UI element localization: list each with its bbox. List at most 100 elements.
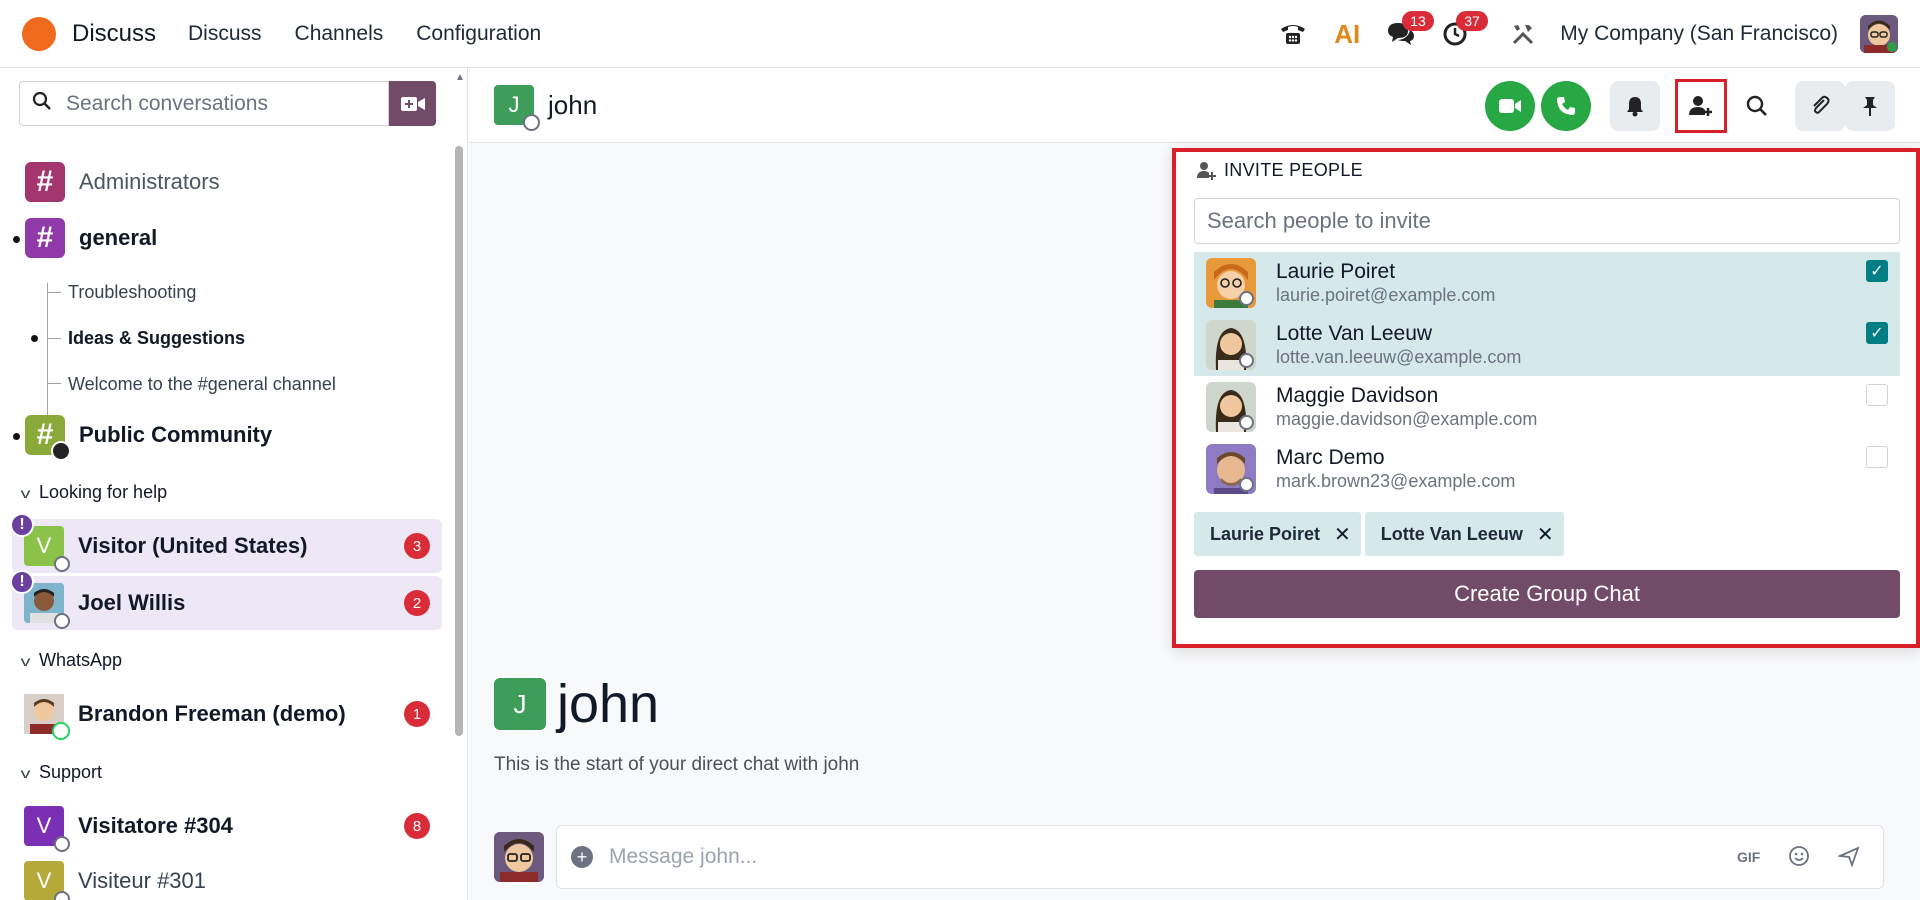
hash-icon: #: [25, 218, 65, 258]
ai-label: AI: [1334, 18, 1361, 49]
messages-icon[interactable]: 13: [1384, 11, 1434, 51]
search-messages-button[interactable]: [1732, 81, 1782, 131]
video-call-button[interactable]: [1485, 81, 1535, 131]
channel-general[interactable]: # general: [0, 218, 468, 258]
conversation-brandon-freeman[interactable]: Brandon Freeman (demo) 1: [12, 687, 442, 741]
section-looking-for-help[interactable]: v Looking for help: [20, 482, 167, 503]
invite-search-input[interactable]: [1207, 208, 1887, 234]
selected-tag: Laurie Poiret ✕: [1194, 512, 1361, 556]
notification-settings-button[interactable]: [1610, 81, 1660, 131]
search-conversations-box[interactable]: [19, 81, 389, 126]
select-checkbox[interactable]: ✓: [1866, 322, 1888, 344]
voice-call-button[interactable]: [1541, 81, 1591, 131]
thread-tree-tick: [47, 338, 61, 339]
selected-tag: Lotte Van Leeuw ✕: [1364, 512, 1564, 556]
john-intro-avatar: J: [494, 678, 546, 730]
tools-icon[interactable]: [1506, 17, 1540, 51]
conversation-visitatore-304[interactable]: V Visitatore #304 8: [12, 799, 442, 853]
marc-demo-avatar: [1206, 444, 1256, 494]
select-checkbox[interactable]: [1866, 446, 1888, 468]
intro-text: This is the start of your direct chat wi…: [494, 754, 860, 775]
conversation-visitor-us[interactable]: V Visitor (United States) 3 !: [10, 513, 442, 573]
channel-name: Public Community: [79, 422, 273, 447]
user-avatar[interactable]: [1860, 15, 1898, 53]
conversation-joel-willis[interactable]: Joel Willis 2 !: [10, 570, 442, 630]
video-camera-icon: [1499, 99, 1521, 113]
chat-title[interactable]: john: [548, 90, 597, 121]
select-checkbox[interactable]: ✓: [1866, 260, 1888, 282]
unread-count-badge: 3: [404, 533, 430, 559]
tag-label: Laurie Poiret: [1210, 523, 1321, 544]
unread-count-badge: 8: [404, 813, 430, 839]
create-group-chat-button[interactable]: Create Group Chat: [1194, 570, 1900, 618]
discuss-sidebar: ▲ # Administrators # general Troubleshoo…: [0, 68, 468, 900]
conversation-name: Visiteur #301: [78, 868, 207, 893]
person-name: Marc Demo: [1276, 446, 1385, 469]
chat-header: J john: [469, 68, 1920, 143]
offline-status-icon: [1239, 415, 1254, 430]
person-name: Laurie Poiret: [1276, 260, 1396, 283]
invite-person-row[interactable]: Maggie Davidson maggie.davidson@example.…: [1194, 376, 1900, 438]
app-name[interactable]: Discuss: [72, 20, 156, 48]
highlight-frame: [1675, 79, 1727, 133]
thread-tree-tick: [47, 383, 61, 384]
invite-person-row[interactable]: Marc Demo mark.brown23@example.com: [1194, 438, 1900, 500]
sidebar-search: [19, 81, 436, 126]
remove-tag-icon[interactable]: ✕: [1537, 522, 1554, 547]
menu-channels[interactable]: Channels: [295, 22, 384, 46]
menu-discuss[interactable]: Discuss: [188, 22, 262, 46]
chevron-down-icon: v: [20, 652, 31, 669]
exclamation-icon: !: [10, 570, 34, 594]
attachments-button[interactable]: [1795, 81, 1845, 131]
start-meeting-button[interactable]: [389, 81, 436, 126]
offline-status-icon: [54, 613, 70, 629]
invite-person-row[interactable]: Lotte Van Leeuw lotte.van.leeuw@example.…: [1194, 314, 1900, 376]
gif-button[interactable]: GIF: [1737, 849, 1760, 865]
conversation-visiteur-301[interactable]: V Visiteur #301: [12, 854, 442, 900]
search-conversations-input[interactable]: [66, 91, 366, 116]
remove-tag-icon[interactable]: ✕: [1334, 522, 1351, 547]
chevron-down-icon: v: [20, 484, 31, 501]
pinned-messages-button[interactable]: [1845, 81, 1895, 131]
avatar-initial: V: [36, 868, 52, 893]
select-checkbox[interactable]: [1866, 384, 1888, 406]
emoji-icon[interactable]: [1788, 845, 1810, 870]
search-icon: [1746, 95, 1767, 116]
invite-title: INVITE PEOPLE: [1196, 160, 1363, 181]
phone-icon[interactable]: [1276, 17, 1310, 51]
unread-count-badge: 1: [404, 701, 430, 727]
conversation-name: Visitatore #304: [78, 813, 233, 838]
section-support[interactable]: v Support: [21, 762, 102, 783]
person-email: maggie.davidson@example.com: [1276, 409, 1538, 429]
avatar-initial: J: [508, 92, 520, 117]
exclamation-icon: !: [10, 513, 34, 537]
john-avatar[interactable]: J: [494, 85, 540, 131]
bell-icon: [1627, 97, 1643, 117]
sub-channel-ideas[interactable]: Ideas & Suggestions: [68, 328, 245, 349]
visitor-avatar: V: [24, 806, 70, 852]
discuss-logo-icon[interactable]: [22, 16, 56, 51]
offline-status-icon: [1239, 353, 1254, 368]
current-user-avatar: [494, 832, 544, 882]
sub-channel-troubleshooting[interactable]: Troubleshooting: [68, 282, 196, 303]
company-switcher[interactable]: My Company (San Francisco): [1560, 22, 1838, 46]
channel-administrators[interactable]: # Administrators: [0, 162, 468, 202]
scroll-up-arrow-icon[interactable]: ▲: [455, 72, 465, 83]
send-icon[interactable]: [1836, 845, 1860, 870]
section-whatsapp[interactable]: v WhatsApp: [20, 650, 122, 671]
ai-icon[interactable]: AI: [1330, 17, 1364, 51]
message-input[interactable]: [609, 845, 1709, 869]
sub-channel-welcome[interactable]: Welcome to the #general channel: [68, 374, 336, 395]
invite-search-box[interactable]: [1194, 198, 1900, 244]
channel-public-community[interactable]: # Public Community: [0, 415, 468, 461]
laurie-poiret-avatar: [1206, 258, 1256, 308]
activities-count-badge: 37: [1456, 11, 1488, 31]
plus-circle-icon[interactable]: +: [571, 846, 593, 868]
systray: AI 13 37 My Company (San Francisco): [1276, 0, 1920, 68]
invite-person-row[interactable]: Laurie Poiret laurie.poiret@example.com …: [1194, 252, 1900, 314]
message-composer[interactable]: + GIF: [556, 825, 1884, 889]
menu-configuration[interactable]: Configuration: [416, 22, 541, 46]
maggie-davidson-avatar: [1206, 382, 1256, 432]
activity-clock-icon[interactable]: 37: [1438, 11, 1488, 51]
unread-count-badge: 2: [404, 590, 430, 616]
